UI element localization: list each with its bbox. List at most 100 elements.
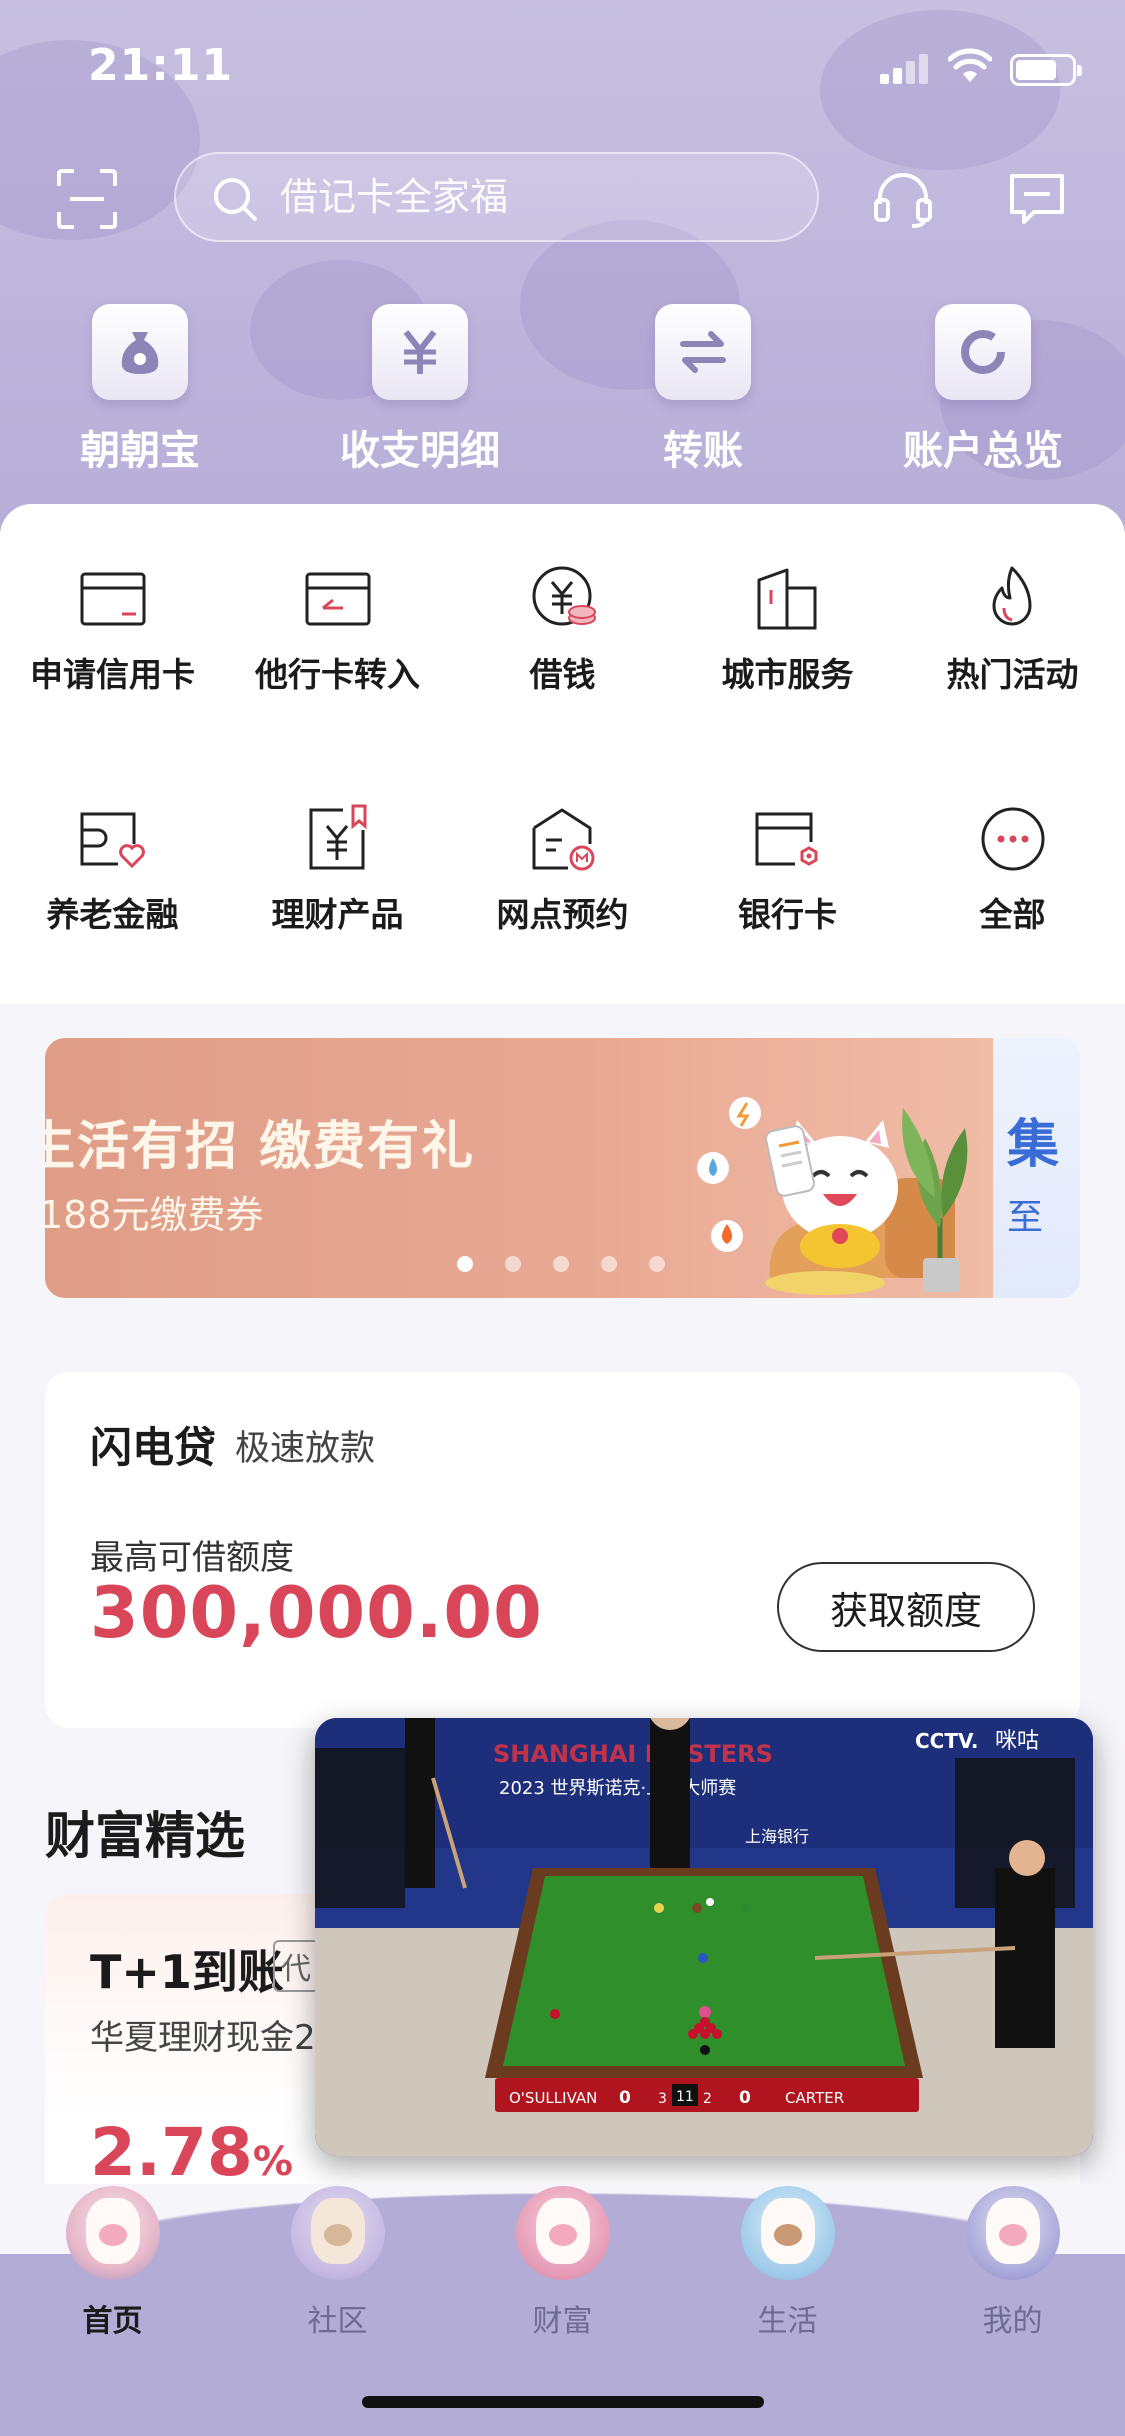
loan-card[interactable]: 闪电贷 极速放款 最高可借额度 300,000.00 获取额度 [45,1372,1080,1728]
quick-action-tile [935,304,1031,400]
service-label: 他行卡转入 [255,655,420,694]
scoreboard-frames1: 3 [658,2091,667,2107]
product-rate-unit: % [252,2139,293,2185]
cat-paw-wealth-icon [516,2186,610,2280]
branch-appointment-icon [532,808,595,871]
battery-icon [1010,54,1082,86]
service-label: 银行卡 [738,895,837,934]
cat-paw-mine-icon [966,2186,1060,2280]
get-limit-button[interactable]: 获取额度 [777,1562,1035,1652]
yuan-coin-icon [532,566,596,626]
service-label: 热门活动 [946,655,1079,694]
promo-banner[interactable]: 生活有招 缴费有礼 188元缴费券 集 至 [45,1038,1080,1298]
yuan-icon [403,330,437,374]
service-label: 全部 [979,895,1046,934]
loan-subtitle: 极速放款 [235,1429,376,1469]
more-dots-icon [981,807,1045,871]
money-bag-icon [121,332,159,374]
product-rate-value: 2.78 [90,2114,253,2191]
credit-card-icon [80,572,146,626]
tab-home[interactable]: 首页 [0,2186,225,2386]
service-label: 网点预约 [496,895,629,934]
cellular-signal-icon [880,54,932,84]
pagination-dot[interactable] [649,1256,665,1272]
service-label: 养老金融 [46,895,179,934]
flame-icon [992,566,1032,626]
search-icon [214,178,257,221]
status-time: 21:11 [88,40,234,91]
cat-paw-home-icon [66,2186,160,2280]
banner-slide[interactable]: 生活有招 缴费有礼 188元缴费券 [45,1038,993,1298]
scoreboard-total-frames: 11 [676,2089,694,2105]
service-city-services[interactable]: 城市服务 [675,564,900,714]
city-building-icon [757,568,817,630]
status-bar: 21:11 [0,0,1125,130]
pagination-dot[interactable] [505,1256,521,1272]
partner-logo: 咪咕 [995,1729,1039,1754]
tab-label: 财富 [532,2304,593,2339]
tab-label: 我的 [982,2304,1043,2339]
search-input[interactable] [280,154,800,240]
header: 21:11 借记卡全家福 朝朝宝 收支明细 转账 账户总览 [0,0,1125,560]
banner-next-title: 集 [1007,1115,1060,1175]
scan-icon[interactable] [56,168,118,230]
product-name: 华夏理财现金2 [90,2018,316,2058]
quick-action-tile [655,304,751,400]
tab-life[interactable]: 生活 [675,2186,900,2386]
banner-next-slide[interactable]: 集 至 [993,1038,1080,1298]
loan-title: 闪电贷 [90,1423,217,1472]
wifi-icon [948,48,992,82]
banner-pagination [457,1256,677,1276]
quick-action-transactions[interactable]: 收支明细 [305,300,535,480]
headset-icon[interactable] [872,168,934,230]
quick-action-account-overview[interactable]: 账户总览 [868,300,1098,480]
service-bank-card[interactable]: 银行卡 [675,804,900,954]
pagination-dot[interactable] [601,1256,617,1272]
pension-card-icon [80,812,145,869]
tab-mine[interactable]: 我的 [900,2186,1125,2386]
service-pension-finance[interactable]: 养老金融 [0,804,225,954]
tab-community[interactable]: 社区 [225,2186,450,2386]
loan-limit-amount: 300,000.00 [90,1572,543,1654]
service-label: 城市服务 [721,655,854,694]
tab-label: 首页 [82,2304,143,2339]
service-other-bank-transfer-in[interactable]: 他行卡转入 [225,564,450,714]
pagination-dot[interactable] [553,1256,569,1272]
service-apply-credit-card[interactable]: 申请信用卡 [0,564,225,714]
quick-action-zhaozhaobao[interactable]: 朝朝宝 [25,300,255,480]
wealth-section-title: 财富精选 [45,1807,245,1865]
service-label: 借钱 [529,655,596,694]
quick-action-tile [92,304,188,400]
message-icon[interactable] [1008,170,1066,228]
service-hot-activities[interactable]: 热门活动 [900,564,1125,714]
service-wealth-products[interactable]: 理财产品 [225,804,450,954]
bank-card-icon [755,812,818,866]
service-all[interactable]: 全部 [900,804,1125,954]
quick-action-label: 朝朝宝 [80,428,200,474]
service-label: 申请信用卡 [30,655,195,694]
card-transfer-in-icon [305,572,371,626]
lucky-cat-illustration-icon [697,1097,968,1295]
banner-next-subtitle: 至 [1007,1197,1044,1238]
tab-wealth[interactable]: 财富 [450,2186,675,2386]
quick-actions: 朝朝宝 收支明细 转账 账户总览 [0,300,1125,480]
floating-video-player[interactable]: SHANGHAI MASTERS 2023 世界斯诺克·上海大师赛 CCTV. … [315,1718,1093,2156]
quick-action-transfer[interactable]: 转账 [588,300,818,480]
scoreboard-frames2: 2 [703,2091,712,2107]
quick-action-tile [372,304,468,400]
search-bar[interactable] [174,152,819,242]
service-borrow[interactable]: 借钱 [450,564,675,714]
product-title: T+1到账 [90,1945,284,1999]
event-title: SHANGHAI MASTERS [493,1740,773,1768]
ring-chart-icon [961,330,1005,374]
home-indicator [362,2396,764,2408]
transfer-icon [680,331,726,373]
banner-subtitle: 188元缴费券 [45,1193,264,1237]
product-rate: 2.78% [90,2114,293,2191]
pagination-dot[interactable] [457,1256,473,1272]
scoreboard-player1: O'SULLIVAN [509,2089,597,2107]
quick-action-label: 转账 [663,428,743,474]
wealth-doc-icon [309,804,367,870]
sponsor-bank-logo: 上海银行 [745,1827,809,1846]
service-branch-appointment[interactable]: 网点预约 [450,804,675,954]
